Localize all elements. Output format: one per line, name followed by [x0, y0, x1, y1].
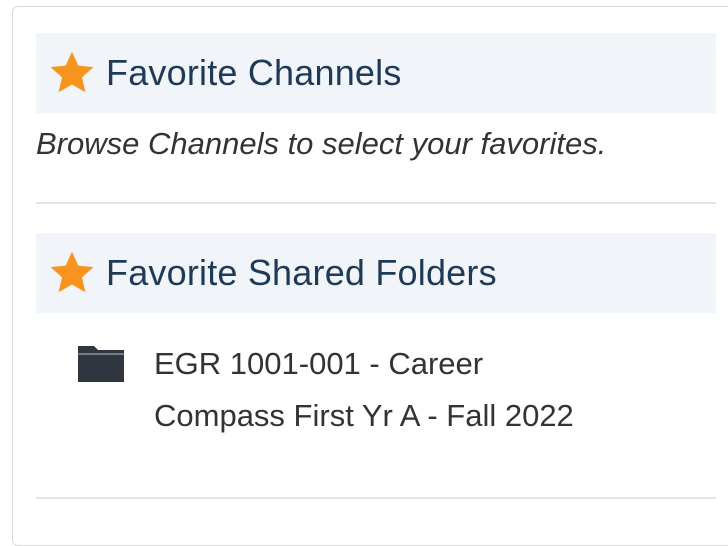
favorite-channels-title: Favorite Channels [106, 52, 402, 93]
section-divider [36, 202, 716, 204]
browse-channels-hint: Browse Channels to select your favorites… [36, 126, 607, 161]
shared-folder-item[interactable]: EGR 1001-001 - Career Compass First Yr A… [78, 338, 694, 442]
shared-folder-label-line1: EGR 1001-001 - Career [154, 346, 484, 381]
folder-icon [78, 346, 124, 382]
shared-folder-label-line2: Compass First Yr A - Fall 2022 [154, 398, 574, 433]
star-icon [50, 51, 94, 93]
shared-folder-link[interactable]: EGR 1001-001 - Career Compass First Yr A… [154, 338, 694, 442]
section-divider [36, 497, 716, 499]
favorite-shared-folders-header: Favorite Shared Folders [36, 233, 716, 313]
star-icon [50, 251, 94, 293]
favorite-shared-folders-title: Favorite Shared Folders [106, 252, 497, 293]
favorite-channels-header: Favorite Channels [36, 33, 716, 113]
